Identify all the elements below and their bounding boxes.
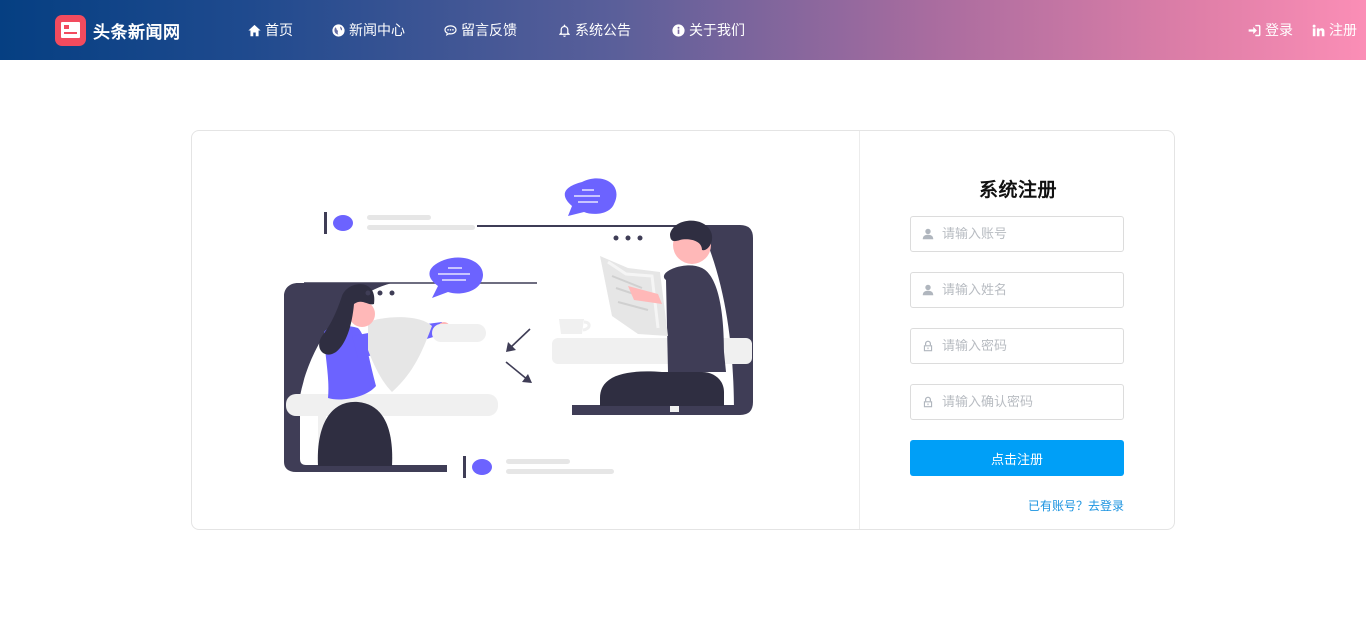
comment-icon — [444, 24, 457, 36]
name-field[interactable] — [910, 272, 1124, 308]
nav-item-home[interactable]: 首页 — [248, 20, 293, 40]
online-chat-illustration — [284, 178, 753, 478]
confirm-password-input[interactable] — [942, 394, 1112, 410]
register-link[interactable]: 注册 — [1312, 20, 1357, 40]
go-to-login-link[interactable]: 已有账号？去登录 — [990, 497, 1124, 514]
linkedin-icon — [1312, 24, 1325, 36]
bell-icon — [559, 24, 570, 37]
lock-icon — [923, 340, 933, 352]
nav-item-label: 系统公告 — [575, 23, 631, 39]
info-icon — [672, 23, 685, 37]
nav-item-news-center[interactable]: 新闻中心 — [332, 20, 405, 40]
form-title: 系统注册 — [978, 179, 1057, 201]
nav-item-label: 新闻中心 — [349, 23, 405, 39]
brand[interactable]: 头条新闻网 — [55, 14, 181, 46]
nav-item-label: 首页 — [265, 23, 293, 39]
user-icon — [922, 228, 934, 240]
account-input[interactable] — [942, 226, 1112, 242]
sign-in-icon — [1248, 24, 1261, 36]
password-input[interactable] — [942, 338, 1112, 354]
user-icon — [922, 284, 934, 296]
nav-item-feedback[interactable]: 留言反馈 — [444, 20, 517, 40]
globe-icon — [332, 23, 345, 37]
nav-item-label: 留言反馈 — [461, 23, 517, 39]
confirm-password-field[interactable] — [910, 384, 1124, 420]
name-input[interactable] — [942, 282, 1112, 298]
brand-name: 头条新闻网 — [93, 22, 181, 43]
newspaper-logo-icon — [55, 14, 86, 46]
login-link[interactable]: 登录 — [1248, 20, 1293, 40]
nav-item-label: 关于我们 — [689, 23, 745, 39]
password-field[interactable] — [910, 328, 1124, 364]
top-navbar: 头条新闻网 首页 新闻中心 留言反馈 系统公告 关于我们 登录 注册 — [0, 0, 1366, 60]
nav-item-announcements[interactable]: 系统公告 — [558, 20, 631, 40]
home-icon — [248, 24, 261, 36]
login-label: 登录 — [1265, 23, 1293, 39]
register-card: 系统注册 点击注册 已有账号？去登录 — [191, 130, 1175, 530]
lock-icon — [923, 396, 933, 408]
card-divider — [859, 131, 860, 529]
register-submit-button[interactable]: 点击注册 — [910, 440, 1124, 476]
register-label: 注册 — [1329, 23, 1357, 39]
account-field[interactable] — [910, 216, 1124, 252]
nav-item-about-us[interactable]: 关于我们 — [672, 20, 745, 40]
